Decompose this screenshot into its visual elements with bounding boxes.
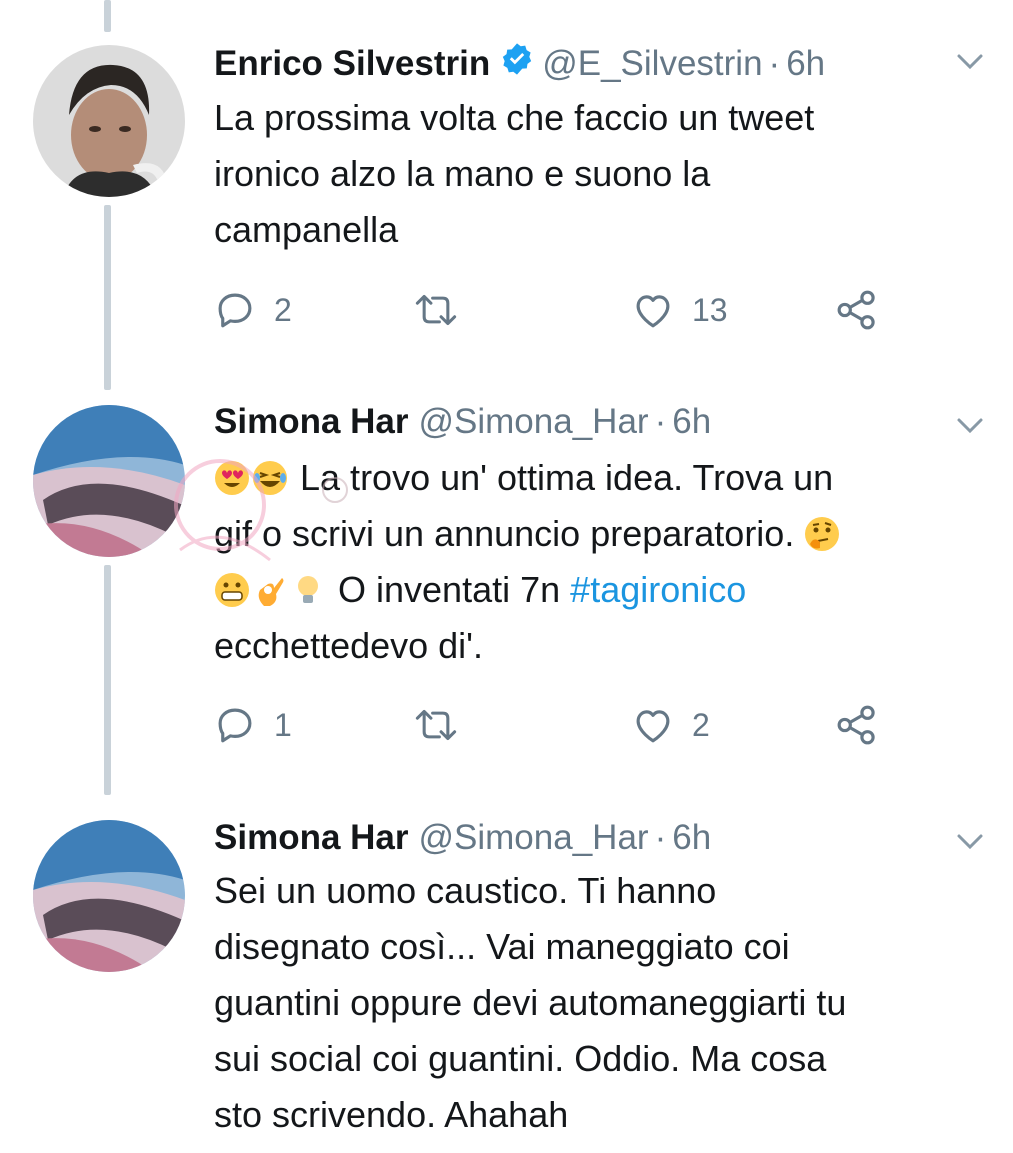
tweet-text-line: ironico alzo la mano e suono la	[214, 153, 711, 194]
timestamp[interactable]: 6h	[672, 818, 711, 858]
thread-line-top	[104, 0, 111, 32]
hashtag-link[interactable]: #tagironico	[570, 569, 746, 610]
timestamp[interactable]: 6h	[672, 402, 711, 442]
tweet-text-line: disegnato così... Vai maneggiato coi	[214, 926, 790, 967]
separator-dot: ·	[654, 402, 667, 441]
reply-icon	[214, 289, 256, 331]
tweet-actions: 2 13	[214, 289, 914, 339]
avatar-enrico[interactable]	[33, 45, 185, 197]
author-handle[interactable]: @E_Silvestrin	[542, 44, 762, 84]
tweet-text: La prossima volta che faccio un tweet ir…	[214, 90, 984, 258]
tweet-header: Enrico Silvestrin @E_Silvestrin · 6h	[214, 42, 825, 85]
tweet-text-line: guantini oppure devi automaneggiarti tu	[214, 982, 847, 1023]
tweet-header: Simona Har @Simona_Har · 6h	[214, 402, 711, 442]
tweet-text-line: ecchettedevo di'.	[214, 625, 484, 666]
reply-button[interactable]: 1	[214, 704, 292, 746]
author-handle[interactable]: @Simona_Har	[419, 818, 649, 858]
share-button[interactable]	[834, 289, 880, 331]
heart-icon	[632, 289, 674, 331]
author-handle[interactable]: @Simona_Har	[419, 402, 649, 442]
tweet-header: Simona Har @Simona_Har · 6h	[214, 818, 711, 858]
heart-icon	[632, 704, 674, 746]
tweet-text-line: sto scrivendo. Ahahah	[214, 1094, 569, 1135]
like-button[interactable]: 13	[632, 289, 728, 331]
tweet-text-line: campanella	[214, 209, 399, 250]
chevron-down-icon[interactable]	[955, 416, 985, 441]
thinking-emoji	[804, 512, 840, 551]
chevron-down-icon[interactable]	[955, 832, 985, 857]
like-button[interactable]: 2	[632, 704, 710, 746]
retweet-icon	[414, 289, 458, 331]
author-name[interactable]: Enrico Silvestrin	[214, 44, 490, 84]
watermark-logo	[120, 450, 380, 605]
reply-count: 1	[274, 706, 292, 743]
tweet-text-line: sui social coi guantini. Oddio. Ma cosa	[214, 1038, 827, 1079]
retweet-button[interactable]	[414, 704, 458, 746]
tweet-actions: 1 2	[214, 704, 914, 754]
share-button[interactable]	[834, 704, 880, 746]
like-count: 13	[692, 291, 728, 328]
separator-dot: ·	[768, 43, 781, 83]
share-icon	[834, 289, 880, 331]
author-name[interactable]: Simona Har	[214, 402, 409, 442]
share-icon	[834, 704, 880, 746]
tweet-text-line: Sei un uomo caustico. Ti hanno	[214, 870, 717, 911]
retweet-button[interactable]	[414, 289, 458, 331]
avatar-simona[interactable]	[33, 820, 185, 972]
thread-line-2	[104, 565, 111, 795]
reply-button[interactable]: 2	[214, 289, 292, 331]
verified-badge-icon	[500, 42, 534, 85]
separator-dot: ·	[654, 818, 667, 857]
thread-line-1	[104, 205, 111, 390]
timestamp[interactable]: 6h	[786, 44, 825, 84]
chevron-down-icon[interactable]	[955, 52, 985, 77]
tweet-text: Sei un uomo caustico. Ti hanno disegnato…	[214, 863, 984, 1143]
reply-count: 2	[274, 291, 292, 328]
retweet-icon	[414, 704, 458, 746]
like-count: 2	[692, 706, 710, 743]
tweet-text-line: La prossima volta che faccio un tweet	[214, 97, 815, 138]
author-name[interactable]: Simona Har	[214, 818, 409, 858]
reply-icon	[214, 704, 256, 746]
